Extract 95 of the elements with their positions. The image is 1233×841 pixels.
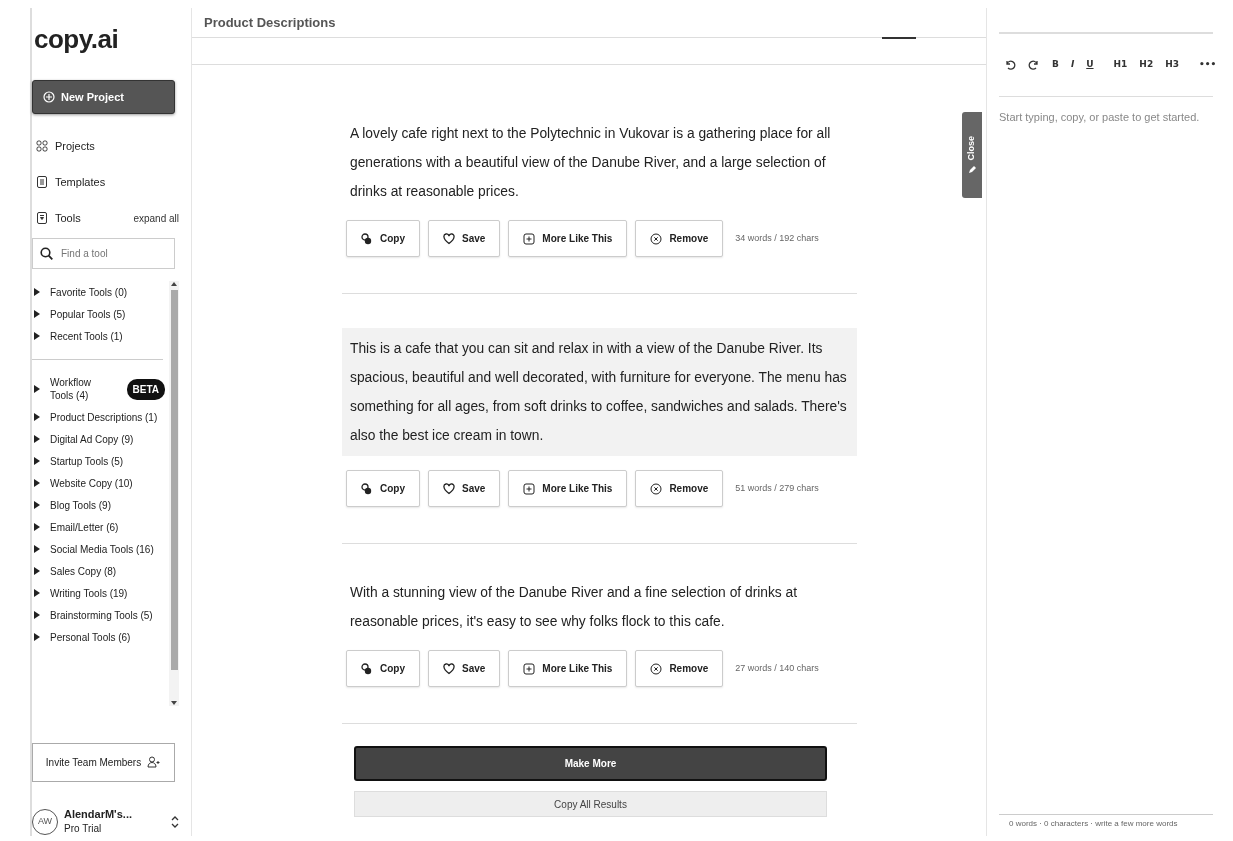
caret-icon xyxy=(34,545,40,553)
heart-icon xyxy=(443,482,455,495)
caret-icon xyxy=(34,310,40,318)
more-button[interactable]: More Like This xyxy=(508,220,628,257)
heading-button[interactable]: H3 xyxy=(1160,58,1184,72)
caret-icon xyxy=(34,413,40,421)
heading-button[interactable]: H2 xyxy=(1134,58,1159,72)
save-button[interactable]: Save xyxy=(428,220,501,257)
bold-button[interactable]: B xyxy=(1047,58,1064,72)
result-text: This is a cafe that you can sit and relax in with a view of the Danube River. Its spacious, beautiful and well decorated, with furniture for everyone. The menu has something for all ages, from soft drinks to coffee, sandwiches and salads. There's also the best ice cream in town. xyxy=(342,328,857,456)
more-button[interactable]: More Like This xyxy=(508,650,628,687)
caret-icon xyxy=(34,501,40,509)
nav-item[interactable]: Tools xyxy=(55,209,81,227)
tool-group-item[interactable]: Social Media Tools (16) xyxy=(50,541,154,557)
heading-button[interactable]: H1 xyxy=(1108,58,1133,72)
make-more-button[interactable]: Make More xyxy=(354,746,827,781)
remove-button[interactable]: Remove xyxy=(635,220,724,257)
underline-button[interactable]: U xyxy=(1081,58,1099,72)
copy-icon xyxy=(361,662,373,675)
remove-button[interactable]: Remove xyxy=(635,470,724,507)
heart-icon xyxy=(443,662,455,675)
account-name: AlendarM's... xyxy=(64,807,133,821)
search-icon xyxy=(40,247,53,260)
more-button[interactable]: ••• xyxy=(1193,58,1222,72)
tool-group-item[interactable]: Popular Tools (5) xyxy=(50,306,126,322)
tool-group-item[interactable]: Product Descriptions (1) xyxy=(50,409,158,425)
beta-badge: BETA xyxy=(126,378,165,400)
tool-group-item[interactable]: Blog Tools (9) xyxy=(50,497,111,513)
result-text: A lovely cafe right next to the Polytechnic in Vukovar is a gathering place for all generations with a beautiful view of the Danube River, and a large selection of drinks at reasonable prices. xyxy=(349,125,832,201)
save-button[interactable]: Save xyxy=(428,470,501,507)
caret-icon xyxy=(34,479,40,487)
tool-group-item[interactable]: Writing Tools (19) xyxy=(50,585,128,601)
document-icon xyxy=(36,176,48,188)
caret-icon xyxy=(34,435,40,443)
close-tab[interactable]: Close xyxy=(962,112,982,198)
word-count: 51 words / 279 chars xyxy=(735,481,819,495)
word-count: 34 words / 192 chars xyxy=(735,231,819,245)
editor-status: 0 words · 0 characters · write a few more words xyxy=(999,814,1213,836)
new-project-button[interactable]: New Project xyxy=(32,80,175,114)
plus-square-icon xyxy=(523,232,536,245)
tool-group-item[interactable]: Recent Tools (1) xyxy=(50,328,123,344)
grid-icon xyxy=(36,140,48,152)
invite-team-members-button[interactable]: Invite Team Members xyxy=(32,742,175,782)
tool-group-item[interactable]: Digital Ad Copy (9) xyxy=(50,431,134,447)
copy-icon xyxy=(361,232,373,245)
pencil-icon xyxy=(968,166,976,175)
close-circle-icon xyxy=(650,232,663,245)
tool-group-item[interactable]: Personal Tools (6) xyxy=(50,629,131,645)
caret-icon xyxy=(34,288,40,296)
tool-group-item[interactable]: Brainstorming Tools (5) xyxy=(50,607,153,623)
copy-button[interactable]: Copy xyxy=(346,220,420,257)
tool-group-item[interactable]: Website Copy (10) xyxy=(50,475,133,491)
save-button[interactable]: Save xyxy=(428,650,501,687)
logo: copy.ai xyxy=(34,26,120,52)
word-count: 27 words / 140 chars xyxy=(735,661,819,675)
more-button[interactable]: More Like This xyxy=(508,470,628,507)
scroll-up-icon xyxy=(171,281,177,286)
caret-icon xyxy=(34,332,40,340)
caret-icon xyxy=(34,589,40,597)
caret-icon xyxy=(34,633,40,641)
caret-icon xyxy=(34,611,40,619)
plus-circle-icon xyxy=(43,91,55,103)
copy-icon xyxy=(361,482,373,495)
tool-group-item[interactable]: Startup Tools (5) xyxy=(50,453,124,469)
caret-icon xyxy=(34,523,40,531)
close-circle-icon xyxy=(650,662,663,675)
copy-button[interactable]: Copy xyxy=(346,470,420,507)
caret-icon xyxy=(34,385,40,393)
close-circle-icon xyxy=(650,482,663,495)
redo-icon xyxy=(1028,59,1040,71)
expand-all-link[interactable]: expand all xyxy=(133,210,179,226)
plus-square-icon xyxy=(523,482,536,495)
tool-group-item[interactable]: Email/Letter (6) xyxy=(50,519,119,535)
caret-icon xyxy=(34,567,40,575)
copy-button[interactable]: Copy xyxy=(346,650,420,687)
plus-square-icon xyxy=(523,662,536,675)
nav-item[interactable]: Templates xyxy=(55,173,106,191)
caret-icon xyxy=(34,457,40,465)
tool-group-item[interactable]: Favorite Tools (0) xyxy=(50,284,128,300)
heart-icon xyxy=(443,232,455,245)
add-user-icon xyxy=(147,756,162,769)
chevron-updown-icon[interactable] xyxy=(171,814,179,829)
undo-icon xyxy=(1004,59,1016,71)
tool-group-item[interactable]: Sales Copy (8) xyxy=(50,563,117,579)
italic-button[interactable]: I xyxy=(1065,58,1080,72)
plan-label: Pro Trial xyxy=(64,822,103,836)
remove-button[interactable]: Remove xyxy=(635,650,724,687)
page-title: Product Descriptions xyxy=(204,16,336,29)
dropdown-box-icon xyxy=(36,212,48,224)
nav-item[interactable]: Projects xyxy=(55,137,95,155)
result-text: With a stunning view of the Danube River and a fine selection of drinks at reasonable prices, it's easy to see why folks flock to this cafe. xyxy=(349,584,799,631)
search-field[interactable]: Find a tool xyxy=(32,238,175,269)
scroll-down-icon xyxy=(171,701,177,706)
tool-group-item[interactable]: Workflow Tools (4) xyxy=(50,376,110,402)
copy-all-results-button[interactable]: Copy All Results xyxy=(354,791,827,817)
